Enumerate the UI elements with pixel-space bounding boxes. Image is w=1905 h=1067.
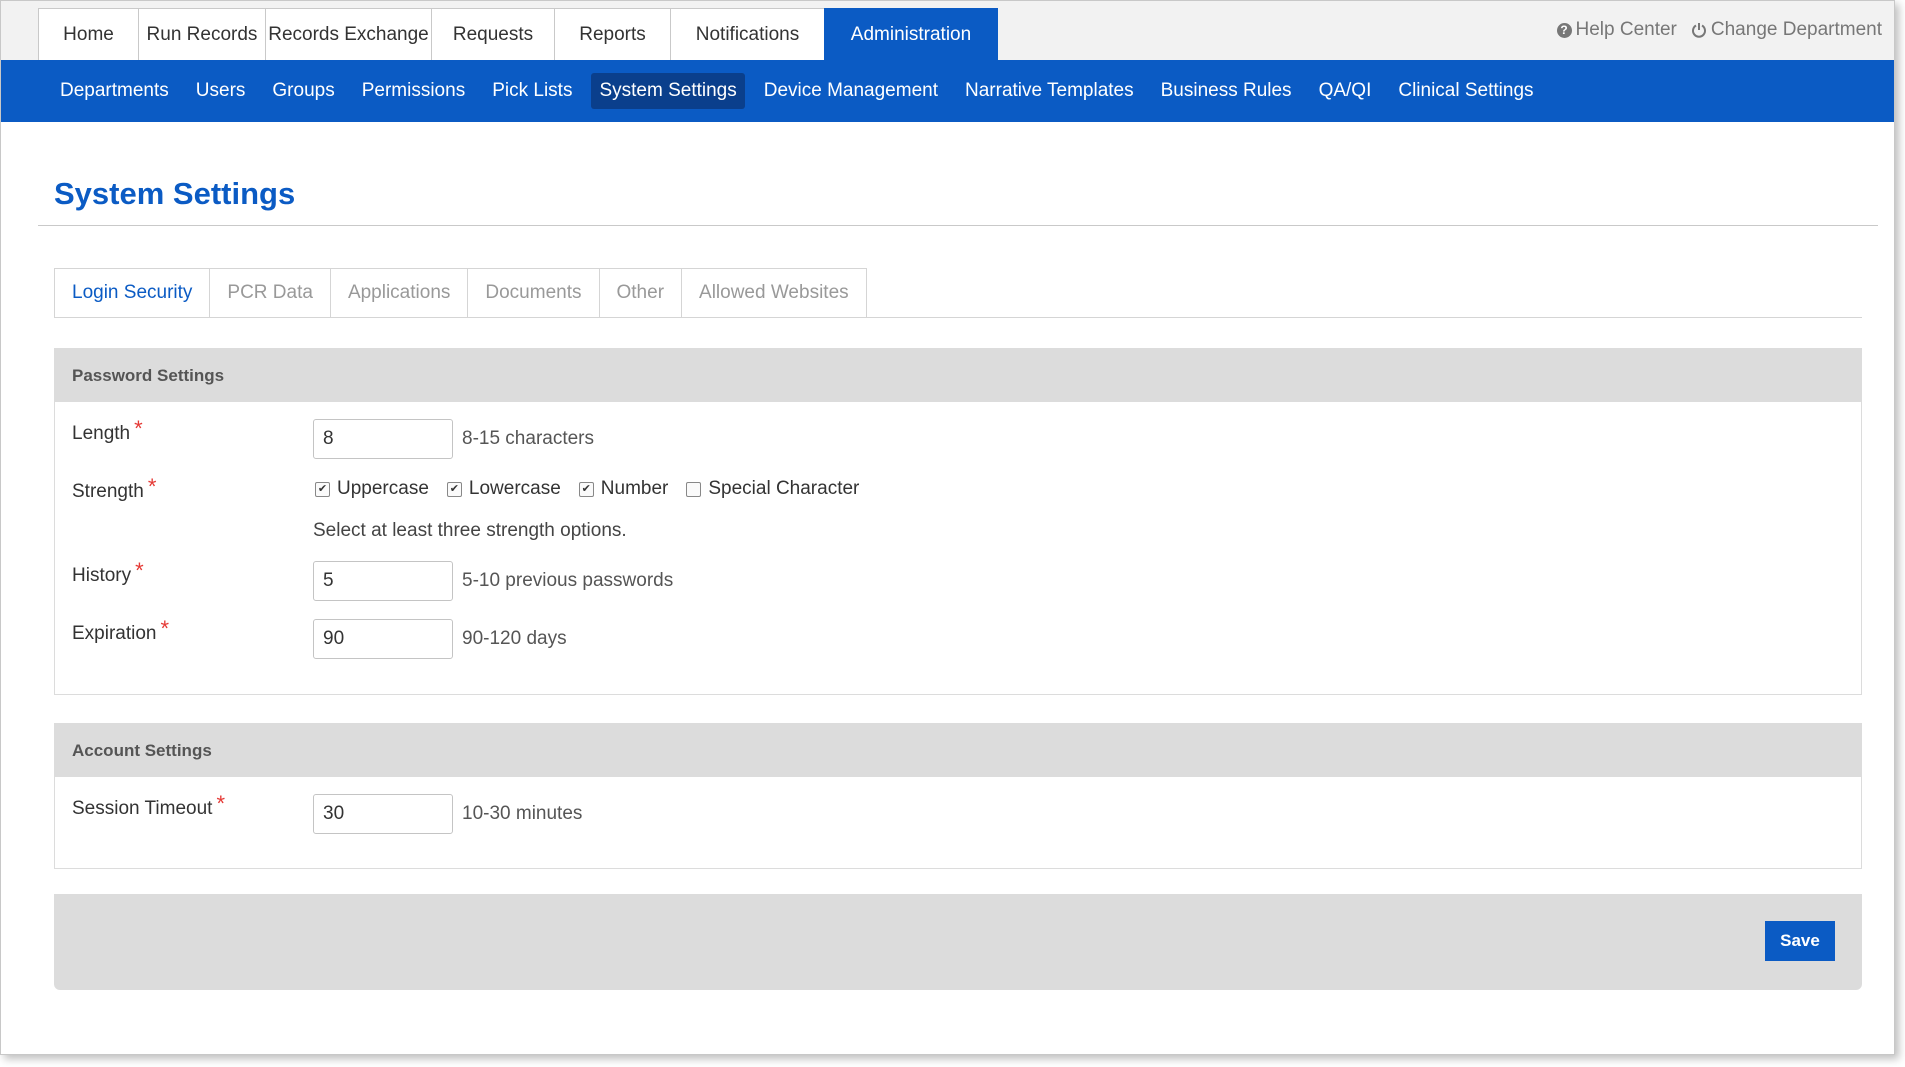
top-tab-reports[interactable]: Reports bbox=[554, 8, 671, 60]
strength-label: Strength bbox=[72, 481, 144, 502]
expiration-hint: 90-120 days bbox=[462, 628, 567, 649]
page-title: System Settings bbox=[54, 176, 296, 211]
special-character-label: Special Character bbox=[708, 478, 860, 499]
form-footer: Save bbox=[54, 894, 1862, 990]
top-tab-requests[interactable]: Requests bbox=[431, 8, 555, 60]
session-timeout-input[interactable] bbox=[313, 794, 453, 834]
subnav-permissions[interactable]: Permissions bbox=[354, 73, 473, 109]
top-tab-records-exchange[interactable]: Records Exchange bbox=[265, 8, 432, 60]
tab-pcr-data[interactable]: PCR Data bbox=[209, 268, 331, 318]
checkbox-checked-icon: ✔ bbox=[446, 481, 462, 497]
session-timeout-label-row: Session Timeout * bbox=[72, 791, 225, 822]
account-settings-panel: Account Settings Session Timeout * 10-30… bbox=[54, 723, 1862, 869]
change-department-label: Change Department bbox=[1710, 19, 1882, 40]
password-settings-heading: Password Settings bbox=[55, 349, 1861, 402]
settings-tabs: Login Security PCR Data Applications Doc… bbox=[54, 268, 867, 318]
history-input[interactable] bbox=[313, 561, 453, 601]
strength-lowercase-checkbox[interactable]: ✔ Lowercase bbox=[446, 478, 561, 500]
checkbox-checked-icon: ✔ bbox=[315, 481, 330, 497]
required-asterisk: * bbox=[216, 791, 226, 816]
strength-hint: Select at least three strength options. bbox=[313, 520, 627, 541]
tab-allowed-websites[interactable]: Allowed Websites bbox=[681, 268, 867, 318]
strength-number-checkbox[interactable]: ✔ Number bbox=[578, 478, 669, 500]
top-nav-tabs: Home Run Records Records Exchange Reques… bbox=[38, 8, 998, 60]
expiration-label: Expiration bbox=[72, 623, 157, 644]
top-tab-home[interactable]: Home bbox=[38, 8, 139, 60]
subnav-system-settings[interactable]: System Settings bbox=[591, 73, 745, 109]
required-asterisk: * bbox=[134, 416, 143, 441]
subnav-device-management[interactable]: Device Management bbox=[756, 73, 946, 109]
top-tab-notifications[interactable]: Notifications bbox=[670, 8, 825, 60]
strength-special-character-checkbox[interactable]: Special Character bbox=[686, 478, 859, 500]
top-bar: Home Run Records Records Exchange Reques… bbox=[1, 1, 1894, 60]
subnav-business-rules[interactable]: Business Rules bbox=[1153, 73, 1300, 109]
top-tab-administration[interactable]: Administration bbox=[824, 8, 998, 60]
expiration-label-row: Expiration * bbox=[72, 616, 169, 647]
help-icon: ? bbox=[1556, 22, 1572, 38]
subnav-narrative-templates[interactable]: Narrative Templates bbox=[957, 73, 1142, 109]
length-label-row: Length * bbox=[72, 416, 143, 447]
expiration-input[interactable] bbox=[313, 619, 453, 659]
session-timeout-label: Session Timeout bbox=[72, 798, 213, 819]
strength-options: ✔ Uppercase ✔ Lowercase ✔ Number Special… bbox=[315, 478, 877, 500]
required-asterisk: * bbox=[147, 474, 157, 499]
app-window: Home Run Records Records Exchange Reques… bbox=[0, 0, 1895, 1055]
required-asterisk: * bbox=[135, 558, 144, 583]
checkbox-unchecked-icon bbox=[686, 481, 702, 497]
length-label: Length bbox=[72, 423, 131, 444]
subnav-pick-lists[interactable]: Pick Lists bbox=[484, 73, 580, 109]
lowercase-label: Lowercase bbox=[468, 478, 561, 499]
change-department-link[interactable]: Change Department bbox=[1691, 19, 1882, 41]
help-center-link[interactable]: ? Help Center bbox=[1556, 19, 1677, 41]
top-right-links: ? Help Center Change Department bbox=[1556, 19, 1882, 41]
title-divider bbox=[38, 225, 1878, 226]
number-label: Number bbox=[600, 478, 669, 499]
uppercase-label: Uppercase bbox=[337, 478, 429, 499]
subnav-groups[interactable]: Groups bbox=[264, 73, 342, 109]
tab-login-security[interactable]: Login Security bbox=[54, 268, 211, 318]
password-settings-panel: Password Settings Length * 8-15 characte… bbox=[54, 348, 1862, 695]
subnav-clinical-settings[interactable]: Clinical Settings bbox=[1390, 73, 1541, 109]
admin-sub-nav: Departments Users Groups Permissions Pic… bbox=[1, 60, 1894, 122]
tab-other[interactable]: Other bbox=[598, 268, 683, 318]
tab-applications[interactable]: Applications bbox=[329, 268, 469, 318]
history-hint: 5-10 previous passwords bbox=[462, 570, 674, 591]
strength-uppercase-checkbox[interactable]: ✔ Uppercase bbox=[315, 478, 429, 500]
top-tab-run-records[interactable]: Run Records bbox=[138, 8, 266, 60]
power-icon bbox=[1691, 23, 1706, 38]
subnav-users[interactable]: Users bbox=[188, 73, 254, 109]
length-hint: 8-15 characters bbox=[462, 428, 595, 449]
length-input[interactable] bbox=[313, 419, 453, 459]
strength-label-row: Strength * bbox=[72, 474, 156, 505]
checkbox-checked-icon: ✔ bbox=[578, 481, 594, 497]
session-timeout-hint: 10-30 minutes bbox=[462, 803, 583, 824]
tabs-divider bbox=[54, 317, 1862, 318]
history-label-row: History * bbox=[72, 558, 144, 589]
help-center-label: Help Center bbox=[1575, 19, 1677, 40]
history-label: History bbox=[72, 565, 132, 586]
account-settings-heading: Account Settings bbox=[55, 724, 1861, 777]
required-asterisk: * bbox=[160, 616, 170, 641]
save-button[interactable]: Save bbox=[1765, 921, 1835, 961]
subnav-departments[interactable]: Departments bbox=[52, 73, 177, 109]
tab-documents[interactable]: Documents bbox=[467, 268, 600, 318]
subnav-qa-qi[interactable]: QA/QI bbox=[1311, 73, 1380, 109]
